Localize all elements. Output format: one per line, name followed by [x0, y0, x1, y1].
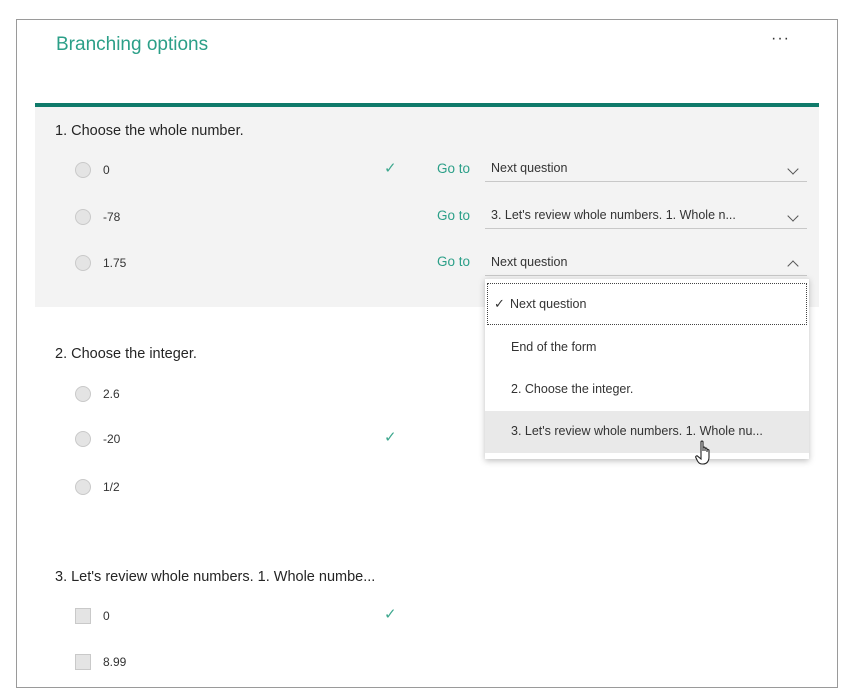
- dropdown-item-label: 3. Let's review whole numbers. 1. Whole …: [511, 424, 763, 438]
- chevron-down-icon: [787, 210, 799, 222]
- chevron-down-icon: [787, 163, 799, 175]
- dropdown-item-label: 2. Choose the integer.: [511, 382, 634, 396]
- dropdown-item-label: End of the form: [511, 340, 597, 354]
- dropdown-item-end-of-form[interactable]: End of the form: [485, 327, 809, 369]
- panel-title: Branching options: [56, 34, 209, 55]
- checkmark-icon: ✓: [384, 429, 397, 446]
- goto-select-value: Next question: [491, 161, 568, 175]
- option-label: 0: [103, 163, 110, 177]
- option-label: 1/2: [103, 480, 120, 494]
- question-2-option-1[interactable]: 2.6: [75, 384, 120, 404]
- question-1-option-3[interactable]: 1.75: [75, 253, 126, 273]
- radio-button[interactable]: [75, 479, 91, 495]
- option-label: 8.99: [103, 655, 127, 669]
- dropdown-item-question-3[interactable]: 3. Let's review whole numbers. 1. Whole …: [485, 411, 809, 453]
- goto-select-value: Next question: [491, 255, 568, 269]
- option-label: -78: [103, 210, 121, 224]
- question-1-option-2[interactable]: -78: [75, 207, 120, 227]
- question-2-option-2[interactable]: -20: [75, 429, 120, 449]
- goto-select-value: 3. Let's review whole numbers. 1. Whole …: [491, 208, 736, 222]
- question-1-option-1[interactable]: 0: [75, 160, 110, 180]
- goto-select-q1-opt1[interactable]: Next question: [485, 159, 807, 182]
- option-label: 0: [103, 609, 110, 623]
- dropdown-item-question-2[interactable]: 2. Choose the integer.: [485, 369, 809, 411]
- option-label: 2.6: [103, 387, 120, 401]
- checkmark-icon: ✓: [384, 160, 397, 177]
- radio-button[interactable]: [75, 386, 91, 402]
- question-2-title: 2. Choose the integer.: [55, 346, 197, 362]
- dropdown-item-next-question[interactable]: ✓ Next question: [487, 283, 807, 325]
- question-3-option-2[interactable]: 8.99: [75, 652, 126, 672]
- branching-options-panel: Branching options ··· 1. Choose the whol…: [16, 19, 838, 688]
- checkbox[interactable]: [75, 654, 91, 670]
- checkmark-icon: ✓: [384, 606, 397, 623]
- option-label: -20: [103, 432, 121, 446]
- dropdown-item-label: Next question: [510, 297, 587, 311]
- hand-pointer-icon: [695, 440, 710, 465]
- more-options-icon[interactable]: ···: [771, 30, 790, 48]
- option-label: 1.75: [103, 256, 127, 270]
- radio-button[interactable]: [75, 162, 91, 178]
- goto-label: Go to: [437, 161, 471, 176]
- question-2-option-3[interactable]: 1/2: [75, 477, 120, 497]
- question-1-title: 1. Choose the whole number.: [55, 123, 244, 139]
- radio-button[interactable]: [75, 431, 91, 447]
- chevron-up-icon: [787, 260, 799, 272]
- radio-button[interactable]: [75, 209, 91, 225]
- question-3-option-1[interactable]: 0: [75, 606, 110, 626]
- goto-select-q1-opt3[interactable]: Next question: [485, 253, 807, 276]
- question-3-title: 3. Let's review whole numbers. 1. Whole …: [55, 569, 376, 585]
- goto-label: Go to: [437, 254, 471, 269]
- checkmark-icon: ✓: [494, 296, 505, 311]
- goto-dropdown-menu: ✓ Next question End of the form 2. Choos…: [485, 278, 809, 459]
- goto-label: Go to: [437, 208, 471, 223]
- radio-button[interactable]: [75, 255, 91, 271]
- goto-select-q1-opt2[interactable]: 3. Let's review whole numbers. 1. Whole …: [485, 206, 807, 229]
- checkbox[interactable]: [75, 608, 91, 624]
